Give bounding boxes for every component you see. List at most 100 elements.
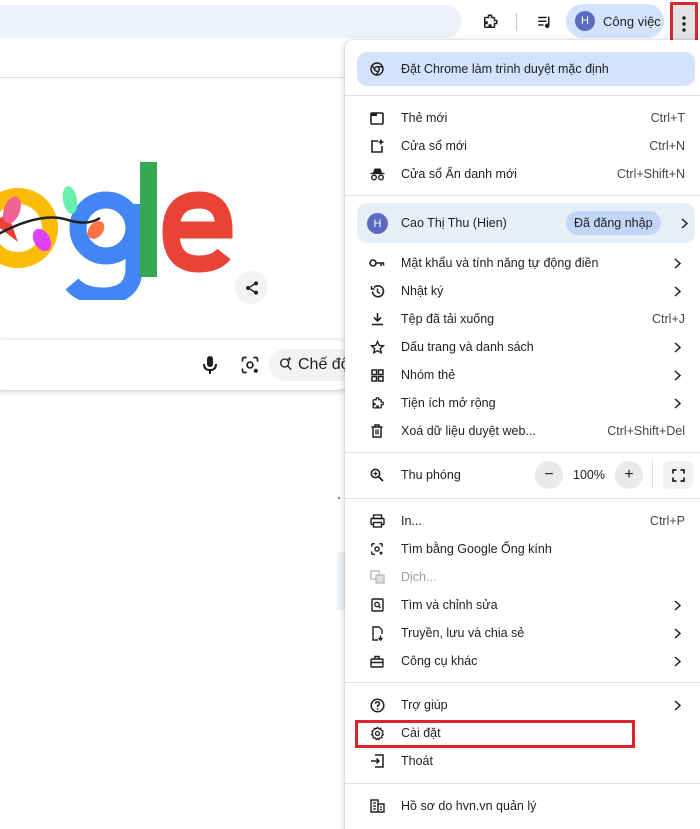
more-tools-item[interactable]: Công cụ khác (345, 647, 700, 675)
chrome-icon (369, 61, 385, 77)
passwords-autofill-item[interactable]: Mật khẩu và tính năng tự động điền (345, 249, 700, 277)
help-label: Trợ giúp (401, 698, 448, 712)
profile-chip[interactable]: H Công việc (566, 4, 664, 38)
new-window-label: Cửa sổ mới (401, 139, 467, 153)
print-shortcut: Ctrl+P (649, 514, 685, 528)
help-icon (369, 697, 385, 713)
history-icon (369, 283, 385, 299)
history-label: Nhật ký (401, 284, 444, 298)
exit-item[interactable]: Thoát (345, 747, 700, 775)
passwords-autofill-label: Mật khẩu và tính năng tự động điền (401, 256, 599, 270)
browser-toolbar: H Công việc (0, 0, 700, 46)
new-window-item[interactable]: Cửa sổ mới Ctrl+N (345, 132, 700, 160)
new-tab-item[interactable]: Thẻ mới Ctrl+T (345, 104, 700, 132)
menu-divider (345, 682, 700, 683)
managed-profile-item[interactable]: Hồ sơ do hvn.vn quản lý (345, 792, 700, 820)
share-icon[interactable] (235, 271, 268, 304)
chevron-right-icon (671, 285, 683, 297)
extensions-item[interactable]: Tiện ích mở rộng (345, 389, 700, 417)
tab-groups-label: Nhóm thẻ (401, 368, 456, 382)
downloads-label: Tệp đã tải xuống (401, 312, 495, 326)
page-faint-block (337, 552, 345, 610)
fullscreen-icon[interactable] (663, 461, 693, 489)
new-window-icon (369, 138, 385, 154)
tab-groups-item[interactable]: Nhóm thẻ (345, 361, 700, 389)
star-icon (369, 339, 385, 355)
profile-name: Cao Thị Thu (Hien) (401, 216, 507, 230)
save-share-icon (369, 625, 385, 641)
bookmarks-bar (0, 45, 345, 78)
zoom-label: Thu phóng (401, 468, 461, 482)
mic-icon[interactable] (198, 353, 222, 377)
chevron-right-icon (671, 699, 683, 711)
translate-item: Dịch... (345, 563, 700, 591)
avatar: H (575, 11, 595, 31)
clear-browsing-data-shortcut: Ctrl+Shift+Del (607, 424, 685, 438)
address-bar[interactable] (0, 5, 462, 38)
incognito-window-item[interactable]: Cửa sổ Ẩn danh mới Ctrl+Shift+N (345, 160, 700, 188)
exit-icon (369, 753, 385, 769)
translate-icon (369, 569, 385, 585)
media-queue-icon[interactable] (530, 7, 560, 37)
help-item[interactable]: Trợ giúp (345, 691, 700, 719)
zoom-separator (652, 459, 653, 489)
google-doodle-logo[interactable] (0, 150, 238, 305)
profile-item[interactable]: H Cao Thị Thu (Hien) Đã đăng nhập (357, 203, 695, 243)
menu-divider (345, 783, 700, 784)
profile-chip-label: Công việc (603, 13, 661, 29)
chevron-right-icon (671, 397, 683, 409)
chrome-main-menu: Đặt Chrome làm trình duyệt mặc định Thẻ … (345, 40, 700, 829)
find-page-icon (369, 597, 385, 613)
cast-save-share-label: Truyền, lưu và chia sẻ (401, 626, 525, 640)
bookmarks-lists-label: Dấu trang và danh sách (401, 340, 534, 354)
avatar: H (367, 213, 388, 234)
incognito-window-label: Cửa sổ Ẩn danh mới (401, 167, 517, 181)
extensions-label: Tiện ích mở rộng (401, 396, 496, 410)
set-default-browser-item[interactable]: Đặt Chrome làm trình duyệt mặc định (357, 52, 695, 86)
signed-in-badge: Đã đăng nhập (566, 211, 661, 235)
new-window-shortcut: Ctrl+N (649, 139, 685, 153)
cast-save-share-item[interactable]: Truyền, lưu và chia sẻ (345, 619, 700, 647)
browser-window: H Công việc Chế độ Đặt Chrome làm trình … (0, 0, 700, 829)
google-lens-label: Tìm bằng Google Ống kính (401, 542, 552, 556)
print-item[interactable]: In... Ctrl+P (345, 507, 700, 535)
clear-browsing-data-label: Xoá dữ liệu duyệt web... (401, 424, 536, 438)
zoom-out-button[interactable]: − (535, 461, 563, 489)
chevron-right-icon (671, 599, 683, 611)
bookmarks-lists-item[interactable]: Dấu trang và danh sách (345, 333, 700, 361)
new-tab-shortcut: Ctrl+T (650, 111, 685, 125)
menu-divider (345, 195, 700, 196)
zoom-item: Thu phóng (345, 461, 700, 489)
building-icon (369, 798, 385, 814)
extension-icon (369, 395, 385, 411)
print-label: In... (401, 514, 422, 528)
chevron-right-icon (671, 655, 683, 667)
translate-label: Dịch... (401, 570, 437, 584)
highlight-box (355, 720, 635, 748)
new-tab-label: Thẻ mới (401, 111, 448, 125)
print-icon (369, 513, 385, 529)
lens-icon[interactable] (238, 353, 262, 377)
downloads-item[interactable]: Tệp đã tải xuống Ctrl+J (345, 305, 700, 333)
incognito-window-shortcut: Ctrl+Shift+N (616, 167, 685, 181)
menu-divider (345, 95, 700, 96)
zoom-in-button[interactable]: + (615, 461, 643, 489)
tab-groups-icon (369, 367, 385, 383)
new-tab-icon (369, 110, 385, 126)
managed-profile-label: Hồ sơ do hvn.vn quản lý (401, 799, 537, 813)
clear-browsing-data-item[interactable]: Xoá dữ liệu duyệt web... Ctrl+Shift+Del (345, 417, 700, 445)
find-edit-item[interactable]: Tìm và chỉnh sửa (345, 591, 700, 619)
more-tools-label: Công cụ khác (401, 654, 478, 668)
exit-label: Thoát (401, 754, 433, 768)
chevron-right-icon (671, 341, 683, 353)
set-default-browser-label: Đặt Chrome làm trình duyệt mặc định (401, 62, 609, 76)
zoom-icon (369, 467, 385, 483)
history-item[interactable]: Nhật ký (345, 277, 700, 305)
toolbox-icon (369, 653, 385, 669)
google-lens-item[interactable]: Tìm bằng Google Ống kính (345, 535, 700, 563)
extension-icon[interactable] (475, 7, 505, 37)
downloads-shortcut: Ctrl+J (652, 312, 685, 326)
toolbar-separator (516, 13, 517, 31)
trash-icon (369, 423, 385, 439)
lens-icon (369, 541, 385, 557)
